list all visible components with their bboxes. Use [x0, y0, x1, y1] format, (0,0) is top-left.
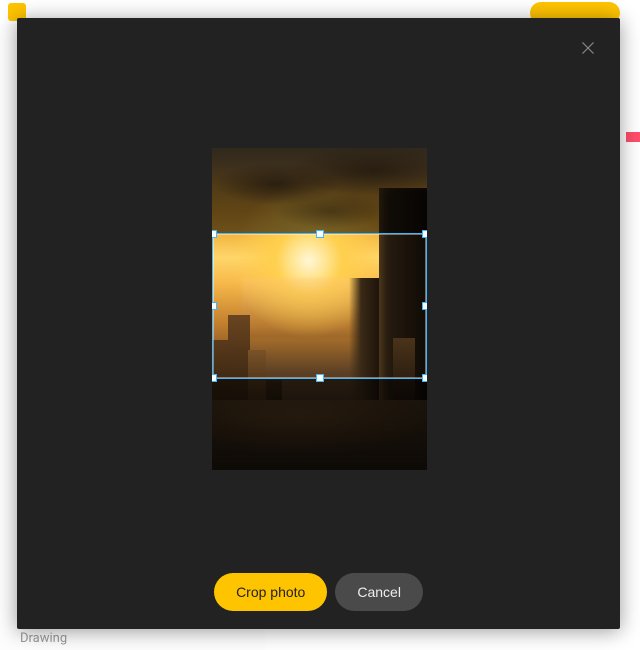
corner-ribbon — [626, 132, 640, 142]
crop-mask-bottom — [212, 379, 427, 470]
crop-modal: Crop photo Cancel — [17, 18, 620, 629]
image-stage — [212, 148, 427, 470]
sidebar-item-label: Drawing — [20, 631, 67, 646]
close-icon — [579, 39, 597, 61]
crop-selection[interactable] — [212, 233, 427, 379]
crop-handle-bm[interactable] — [316, 374, 324, 382]
crop-border — [213, 234, 426, 378]
crop-handle-tm[interactable] — [316, 230, 324, 238]
close-button[interactable] — [568, 30, 608, 70]
cancel-button[interactable]: Cancel — [335, 573, 423, 611]
crop-handle-tr[interactable] — [422, 230, 427, 238]
crop-mask-top — [212, 148, 427, 233]
crop-handle-br[interactable] — [422, 374, 427, 382]
modal-footer: Crop photo Cancel — [17, 573, 620, 611]
crop-handle-tl[interactable] — [212, 230, 217, 238]
crop-handle-ml[interactable] — [212, 302, 217, 310]
crop-photo-button[interactable]: Crop photo — [214, 573, 327, 611]
crop-handle-bl[interactable] — [212, 374, 217, 382]
crop-handle-mr[interactable] — [422, 302, 427, 310]
